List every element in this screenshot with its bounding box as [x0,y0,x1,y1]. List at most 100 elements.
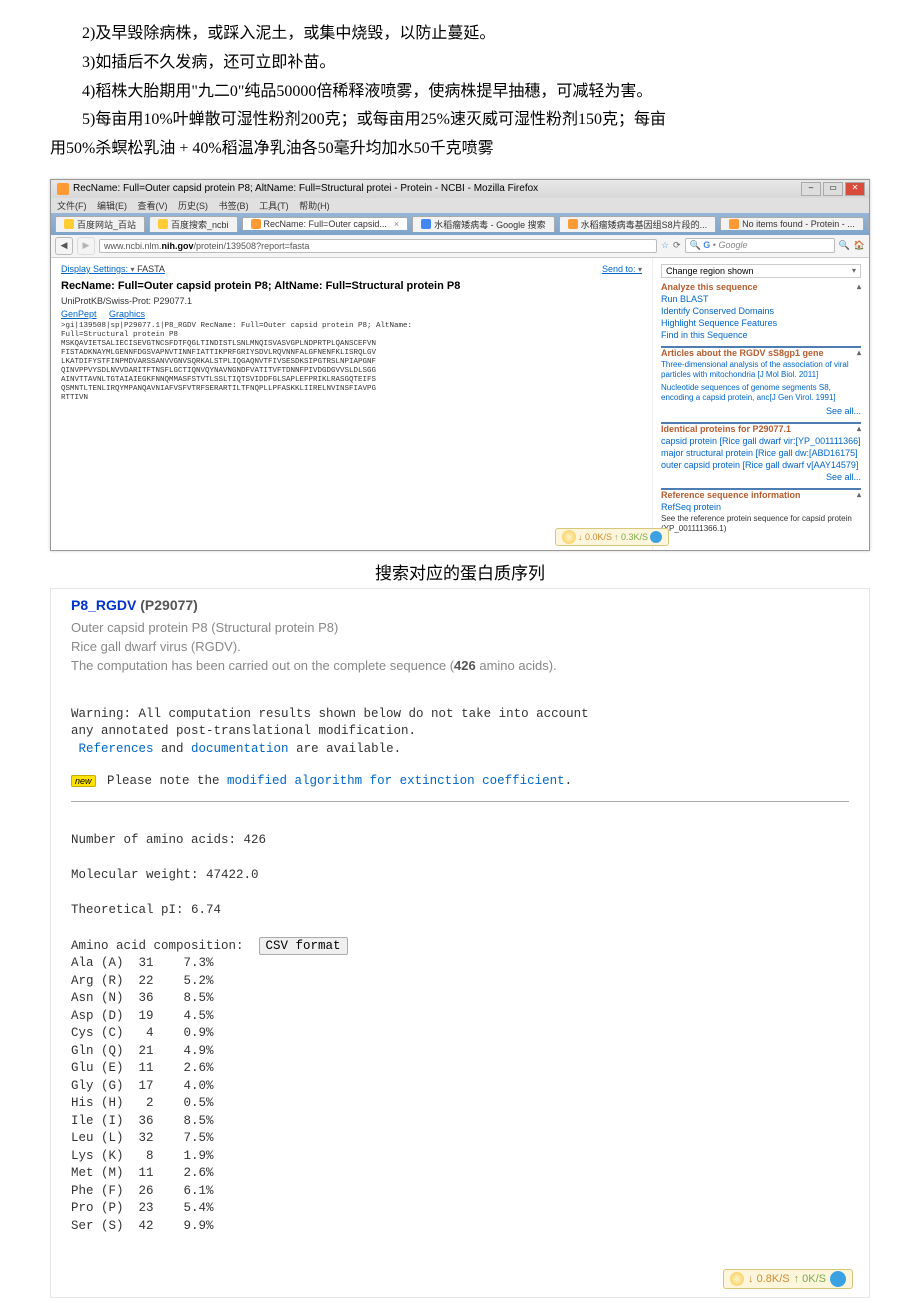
format-links: GenPept Graphics [61,309,642,319]
fasta-sequence: >gi|139508|sp|P29077.1|P8_RGDV RecName: … [61,322,642,403]
change-region[interactable]: Change region shown▾ [661,264,861,278]
main-panel: Display Settings: ▾ FASTA Send to: ▾ Rec… [51,258,652,551]
genpept-link[interactable]: GenPept [61,309,97,319]
ie-icon [650,531,662,543]
minimize-button[interactable]: – [801,182,821,196]
tab-baidu-2[interactable]: 百度搜索_ncbi [149,216,238,232]
dropdown-icon[interactable]: ▾ [638,265,642,274]
search-placeholder: Google [718,240,747,250]
tab-close-icon[interactable]: × [394,219,399,229]
ident-protein-2[interactable]: major structural protein [Rice gall dw:[… [661,448,861,458]
desc-line-2: Rice gall dwarf virus (RGDV). [71,638,849,657]
mol-weight: Molecular weight: 47422.0 [71,867,849,885]
csv-format-button[interactable]: CSV format [259,937,348,955]
desc-line-3: The computation has been carried out on … [71,657,849,676]
aa-row: Met (M) 11 2.6% [71,1165,849,1183]
aa-row: Gln (Q) 21 4.9% [71,1043,849,1061]
graphics-link[interactable]: Graphics [109,309,145,319]
collapse-icon[interactable]: ▴ [857,348,861,358]
accession: (P29077) [140,597,198,613]
maximize-button[interactable]: ▭ [823,182,843,196]
bookmark-star-icon[interactable]: ☆ [661,240,669,251]
window-titlebar: RecName: Full=Outer capsid protein P8; A… [51,180,869,198]
intro-text: 2)及早毁除病株，或踩入泥土，或集中烧毁，以防止蔓延。 3)如插后不久发病，还可… [0,0,920,174]
tab-label: 百度网站_百站 [77,218,136,231]
aa-row: Ser (S) 42 9.9% [71,1218,849,1236]
baidu-icon [158,219,168,229]
figure-caption: 搜索对应的蛋白质序列 [0,559,920,584]
collapse-icon[interactable]: ▴ [857,282,861,292]
warn-1: Warning: All computation results shown b… [71,706,849,724]
identical-header: Identical proteins for P29077.1 [661,424,791,434]
aa-count: 426 [454,658,476,673]
menu-file[interactable]: 文件(F) [57,201,87,211]
bottom-speed-indicator: ↓ 0.8K/S ↑ 0K/S [723,1269,853,1289]
firefox-icon [57,183,69,195]
back-button[interactable]: ◀ [55,237,73,255]
chevron-down-icon: ▾ [852,266,856,275]
aa-row: Ile (I) 36 8.5% [71,1113,849,1131]
line-4: 4)稻株大胎期用"九二0"纯品50000倍稀释液喷雾，使病株提早抽穗，可减轻为害… [50,78,870,107]
note-line: new Please note the modified algorithm f… [71,772,849,802]
tab-ncbi[interactable]: RecName: Full=Outer capsid...× [242,217,409,230]
tab-google[interactable]: 水稻瘤矮病毒 - Google 搜索 [412,216,555,232]
highlight-features-link[interactable]: Highlight Sequence Features [661,318,861,328]
window-title: RecName: Full=Outer capsid protein P8; A… [73,183,538,194]
download-speed: ↓ 0.0K/S [578,532,612,542]
page-icon [568,219,578,229]
tab-noitems[interactable]: No items found - Protein - ... [720,217,864,230]
aa-row: Lys (K) 8 1.9% [71,1148,849,1166]
close-button[interactable]: ✕ [845,182,865,196]
aa-row: Gly (G) 17 4.0% [71,1078,849,1096]
forward-button[interactable]: ▶ [77,237,95,255]
search-go-icon[interactable]: 🔍 [839,240,850,251]
display-settings-link[interactable]: Display Settings: [61,264,128,274]
dropdown-icon[interactable]: ▾ [131,265,135,274]
protein-heading: RecName: Full=Outer capsid protein P8; A… [61,280,642,292]
menu-help[interactable]: 帮助(H) [299,201,330,211]
find-in-sequence-link[interactable]: Find in this Sequence [661,330,861,340]
collapse-icon[interactable]: ▴ [857,490,861,500]
menu-bar: 文件(F) 编辑(E) 查看(V) 历史(S) 书签(B) 工具(T) 帮助(H… [51,198,869,213]
url-pre: www.ncbi.nlm. [104,241,162,251]
search-box[interactable]: G • Google [685,238,835,253]
send-to-link[interactable]: Send to: [602,264,636,274]
tab-bar: 百度网站_百站 百度搜索_ncbi RecName: Full=Outer ca… [51,213,869,235]
see-all-link-2[interactable]: See all... [661,472,861,482]
desc-line-1: Outer capsid protein P8 (Structural prot… [71,619,849,638]
aa-comp-header: Amino acid composition: CSV format [71,937,849,956]
modified-algorithm-link[interactable]: modified algorithm for extinction coeffi… [227,774,565,788]
new-tab-button[interactable]: + [868,217,870,230]
ident-protein-1[interactable]: capsid protein [Rice gall dwarf vir:[YP_… [661,436,861,446]
collapse-icon[interactable]: ▴ [857,424,861,434]
aa-row: Arg (R) 22 5.2% [71,973,849,991]
upload-speed: ↑ 0K/S [794,1273,826,1285]
tab-baidu-1[interactable]: 百度网站_百站 [55,216,145,232]
line-5: 5)每亩用10%叶蝉散可湿性粉剂200克；或每亩用25%速灭威可湿性粉剂150克… [50,106,870,135]
download-speed: ↓ 0.8K/S [748,1273,790,1285]
documentation-link[interactable]: documentation [191,742,289,756]
format-fasta: FASTA [137,264,165,274]
reload-icon[interactable]: ⟳ [673,240,681,251]
menu-view[interactable]: 查看(V) [138,201,168,211]
home-icon[interactable]: 🏠 [854,240,865,251]
tab-article[interactable]: 水稻瘤矮病毒基因组S8片段的... [559,216,717,232]
menu-history[interactable]: 历史(S) [178,201,208,211]
menu-bookmarks[interactable]: 书签(B) [219,201,249,211]
conserved-domains-link[interactable]: Identify Conserved Domains [661,306,861,316]
ident-protein-3[interactable]: outer capsid protein [Rice gall dwarf v[… [661,460,861,470]
menu-edit[interactable]: 编辑(E) [97,201,127,211]
run-blast-link[interactable]: Run BLAST [661,294,861,304]
window-controls: – ▭ ✕ [801,182,865,196]
ncbi-icon [251,219,261,229]
uniprot-id: UniProtKB/Swiss-Prot: P29077.1 [61,296,642,306]
refseq-protein-link[interactable]: RefSeq protein [661,502,861,512]
references-link[interactable]: References [79,742,154,756]
article-2[interactable]: Nucleotide sequences of genome segments … [661,383,861,404]
see-all-link[interactable]: See all... [661,406,861,416]
display-settings-bar: Display Settings: ▾ FASTA Send to: ▾ [61,264,642,274]
menu-tools[interactable]: 工具(T) [259,201,289,211]
url-bar[interactable]: www.ncbi.nlm.nih.gov/protein/139508?repo… [99,239,657,253]
article-1[interactable]: Three-dimensional analysis of the associ… [661,360,861,381]
protein-desc: Outer capsid protein P8 (Structural prot… [71,619,849,676]
